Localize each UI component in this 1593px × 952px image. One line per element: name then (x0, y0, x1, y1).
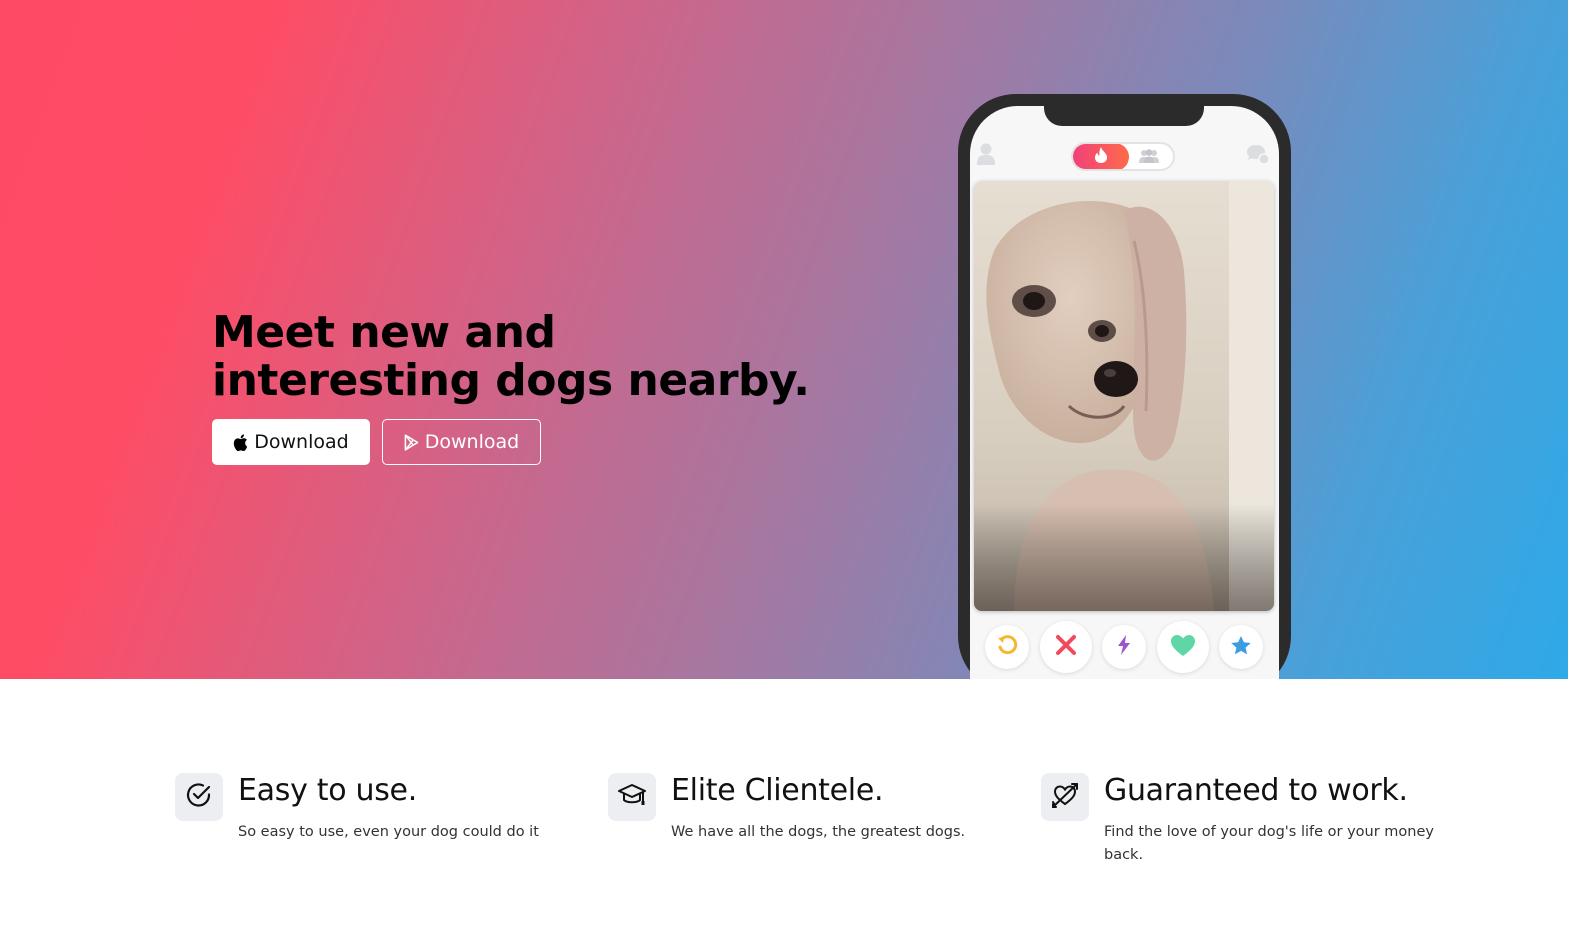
apple-download-label: Download (254, 431, 349, 453)
dog-photo (974, 181, 1274, 611)
super-like-button[interactable] (1219, 625, 1263, 669)
google-play-download-label: Download (424, 431, 520, 453)
apple-icon (233, 433, 248, 451)
feature-icon-box (175, 773, 223, 821)
features-section: Easy to use. So easy to use, even your d… (0, 679, 1568, 952)
page: Meet new and interesting dogs nearby. Do… (0, 0, 1593, 952)
heart-icon (1170, 634, 1196, 661)
feature-title: Guaranteed to work. (1104, 773, 1408, 808)
phone-screen (970, 106, 1279, 679)
chat-icon[interactable] (1246, 143, 1270, 169)
toggle-active[interactable] (1073, 144, 1129, 169)
flame-icon (1094, 146, 1108, 168)
feature-icon-box (1041, 773, 1089, 821)
app-top-bar (970, 142, 1279, 176)
dislike-button[interactable] (1040, 621, 1092, 673)
hero-section: Meet new and interesting dogs nearby. Do… (0, 0, 1568, 679)
star-icon (1230, 635, 1252, 660)
like-button[interactable] (1157, 621, 1209, 673)
feature-title: Elite Clientele. (671, 773, 884, 808)
heart-arrow-icon (1050, 781, 1080, 813)
apple-download-button[interactable]: Download (212, 419, 370, 465)
action-buttons (970, 621, 1279, 679)
hero-title: Meet new and interesting dogs nearby. (212, 307, 810, 406)
feature-description: Find the love of your dog's life or your… (1104, 824, 1434, 863)
mode-toggle[interactable] (1071, 142, 1175, 171)
phone-notch (1044, 106, 1204, 126)
graduation-cap-icon (617, 781, 647, 813)
boost-button[interactable] (1102, 625, 1146, 669)
feature-title: Easy to use. (238, 773, 417, 808)
feature-description: We have all the dogs, the greatest dogs. (671, 824, 966, 840)
feature-icon-box (608, 773, 656, 821)
page-scrollbar[interactable] (1568, 0, 1593, 952)
feature-description: So easy to use, even your dog could do i… (238, 824, 539, 840)
profile-icon[interactable] (976, 142, 996, 170)
check-circle-icon (185, 781, 213, 813)
close-icon (1055, 634, 1077, 660)
rewind-button[interactable] (985, 625, 1029, 669)
google-play-download-button[interactable]: Download (382, 419, 541, 465)
group-icon[interactable] (1137, 148, 1161, 168)
profile-card[interactable] (974, 181, 1274, 611)
rewind-icon (996, 634, 1018, 660)
boost-icon (1117, 635, 1131, 659)
google-play-icon (404, 433, 419, 451)
phone-mockup (958, 94, 1291, 679)
